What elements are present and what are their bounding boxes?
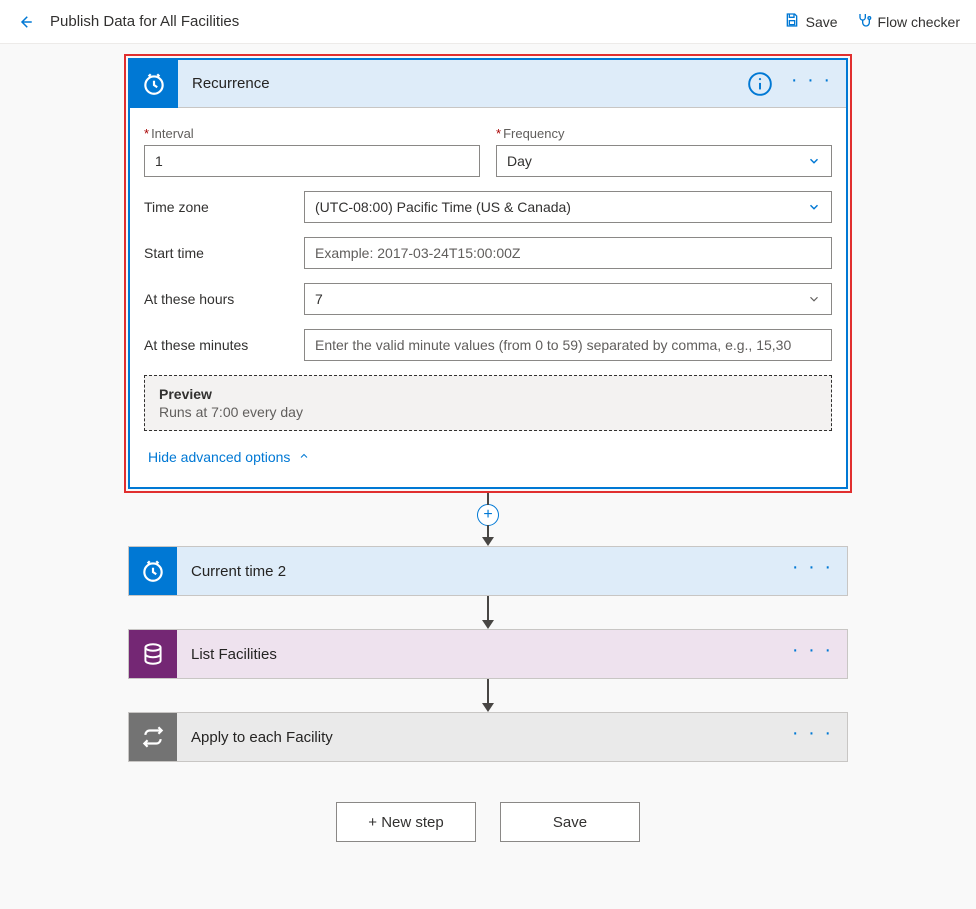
- list-facilities-header[interactable]: List Facilities · · ·: [129, 630, 847, 678]
- hours-value: 7: [315, 291, 323, 307]
- arrow-down-icon: [482, 703, 494, 712]
- info-icon[interactable]: [747, 71, 773, 97]
- back-arrow-icon[interactable]: [16, 13, 34, 31]
- timezone-label: Time zone: [144, 199, 292, 215]
- card-menu-icon[interactable]: · · ·: [785, 74, 846, 94]
- chevron-down-icon: [807, 292, 821, 306]
- frequency-label: Frequency: [496, 126, 832, 141]
- apply-each-card: Apply to each Facility · · ·: [128, 712, 848, 762]
- frequency-value: Day: [507, 153, 532, 169]
- chevron-up-icon: [298, 449, 310, 465]
- save-flow-label: Save: [553, 814, 587, 831]
- minutes-input[interactable]: [304, 329, 832, 361]
- preview-text: Runs at 7:00 every day: [159, 404, 817, 420]
- list-facilities-title: List Facilities: [177, 646, 277, 663]
- preview-title: Preview: [159, 386, 817, 402]
- connector: [482, 679, 494, 712]
- recurrence-header[interactable]: Recurrence · · ·: [130, 60, 846, 108]
- current-time-title: Current time 2: [177, 563, 286, 580]
- card-menu-icon[interactable]: · · ·: [786, 561, 847, 581]
- save-icon: [784, 12, 800, 31]
- stethoscope-icon: [856, 12, 872, 31]
- apply-each-title: Apply to each Facility: [177, 729, 333, 746]
- start-time-input[interactable]: [304, 237, 832, 269]
- flow-canvas: Recurrence · · · Interval Frequency: [0, 44, 976, 872]
- recurrence-body: Interval Frequency Day Tim: [130, 108, 846, 487]
- card-menu-icon[interactable]: · · ·: [786, 727, 847, 747]
- chevron-down-icon: [807, 154, 821, 168]
- hide-advanced-toggle[interactable]: Hide advanced options: [144, 439, 832, 479]
- hide-advanced-label: Hide advanced options: [148, 449, 290, 465]
- arrow-down-icon: [482, 620, 494, 629]
- minutes-label: At these minutes: [144, 337, 292, 353]
- arrow-down-icon: [482, 537, 494, 546]
- flow-checker-label: Flow checker: [878, 14, 960, 30]
- interval-input[interactable]: [144, 145, 480, 177]
- top-bar: Publish Data for All Facilities Save Flo…: [0, 0, 976, 44]
- flow-checker-button[interactable]: Flow checker: [856, 12, 960, 31]
- list-facilities-card: List Facilities · · ·: [128, 629, 848, 679]
- save-label: Save: [806, 14, 838, 30]
- recurrence-card: Recurrence · · · Interval Frequency: [128, 58, 848, 489]
- connector: +: [477, 493, 499, 546]
- clock-icon: [129, 547, 177, 595]
- save-flow-button[interactable]: Save: [500, 802, 640, 842]
- loop-icon: [129, 713, 177, 761]
- timezone-select[interactable]: (UTC-08:00) Pacific Time (US & Canada): [304, 191, 832, 223]
- preview-box: Preview Runs at 7:00 every day: [144, 375, 832, 431]
- footer-actions: + New step Save: [336, 802, 640, 842]
- frequency-select[interactable]: Day: [496, 145, 832, 177]
- connector: [482, 596, 494, 629]
- current-time-header[interactable]: Current time 2 · · ·: [129, 547, 847, 595]
- interval-label: Interval: [144, 126, 480, 141]
- highlight-box: Recurrence · · · Interval Frequency: [124, 54, 852, 493]
- apply-each-header[interactable]: Apply to each Facility · · ·: [129, 713, 847, 761]
- database-icon: [129, 630, 177, 678]
- new-step-button[interactable]: + New step: [336, 802, 476, 842]
- start-time-label: Start time: [144, 245, 292, 261]
- new-step-label: + New step: [368, 814, 443, 831]
- card-menu-icon[interactable]: · · ·: [786, 644, 847, 664]
- chevron-down-icon: [807, 200, 821, 214]
- flow-title: Publish Data for All Facilities: [50, 13, 239, 30]
- recurrence-title: Recurrence: [178, 75, 270, 92]
- hours-label: At these hours: [144, 291, 292, 307]
- add-step-button[interactable]: +: [477, 504, 499, 526]
- current-time-card: Current time 2 · · ·: [128, 546, 848, 596]
- clock-icon: [130, 60, 178, 108]
- save-button[interactable]: Save: [784, 12, 838, 31]
- hours-select[interactable]: 7: [304, 283, 832, 315]
- timezone-value: (UTC-08:00) Pacific Time (US & Canada): [315, 199, 571, 215]
